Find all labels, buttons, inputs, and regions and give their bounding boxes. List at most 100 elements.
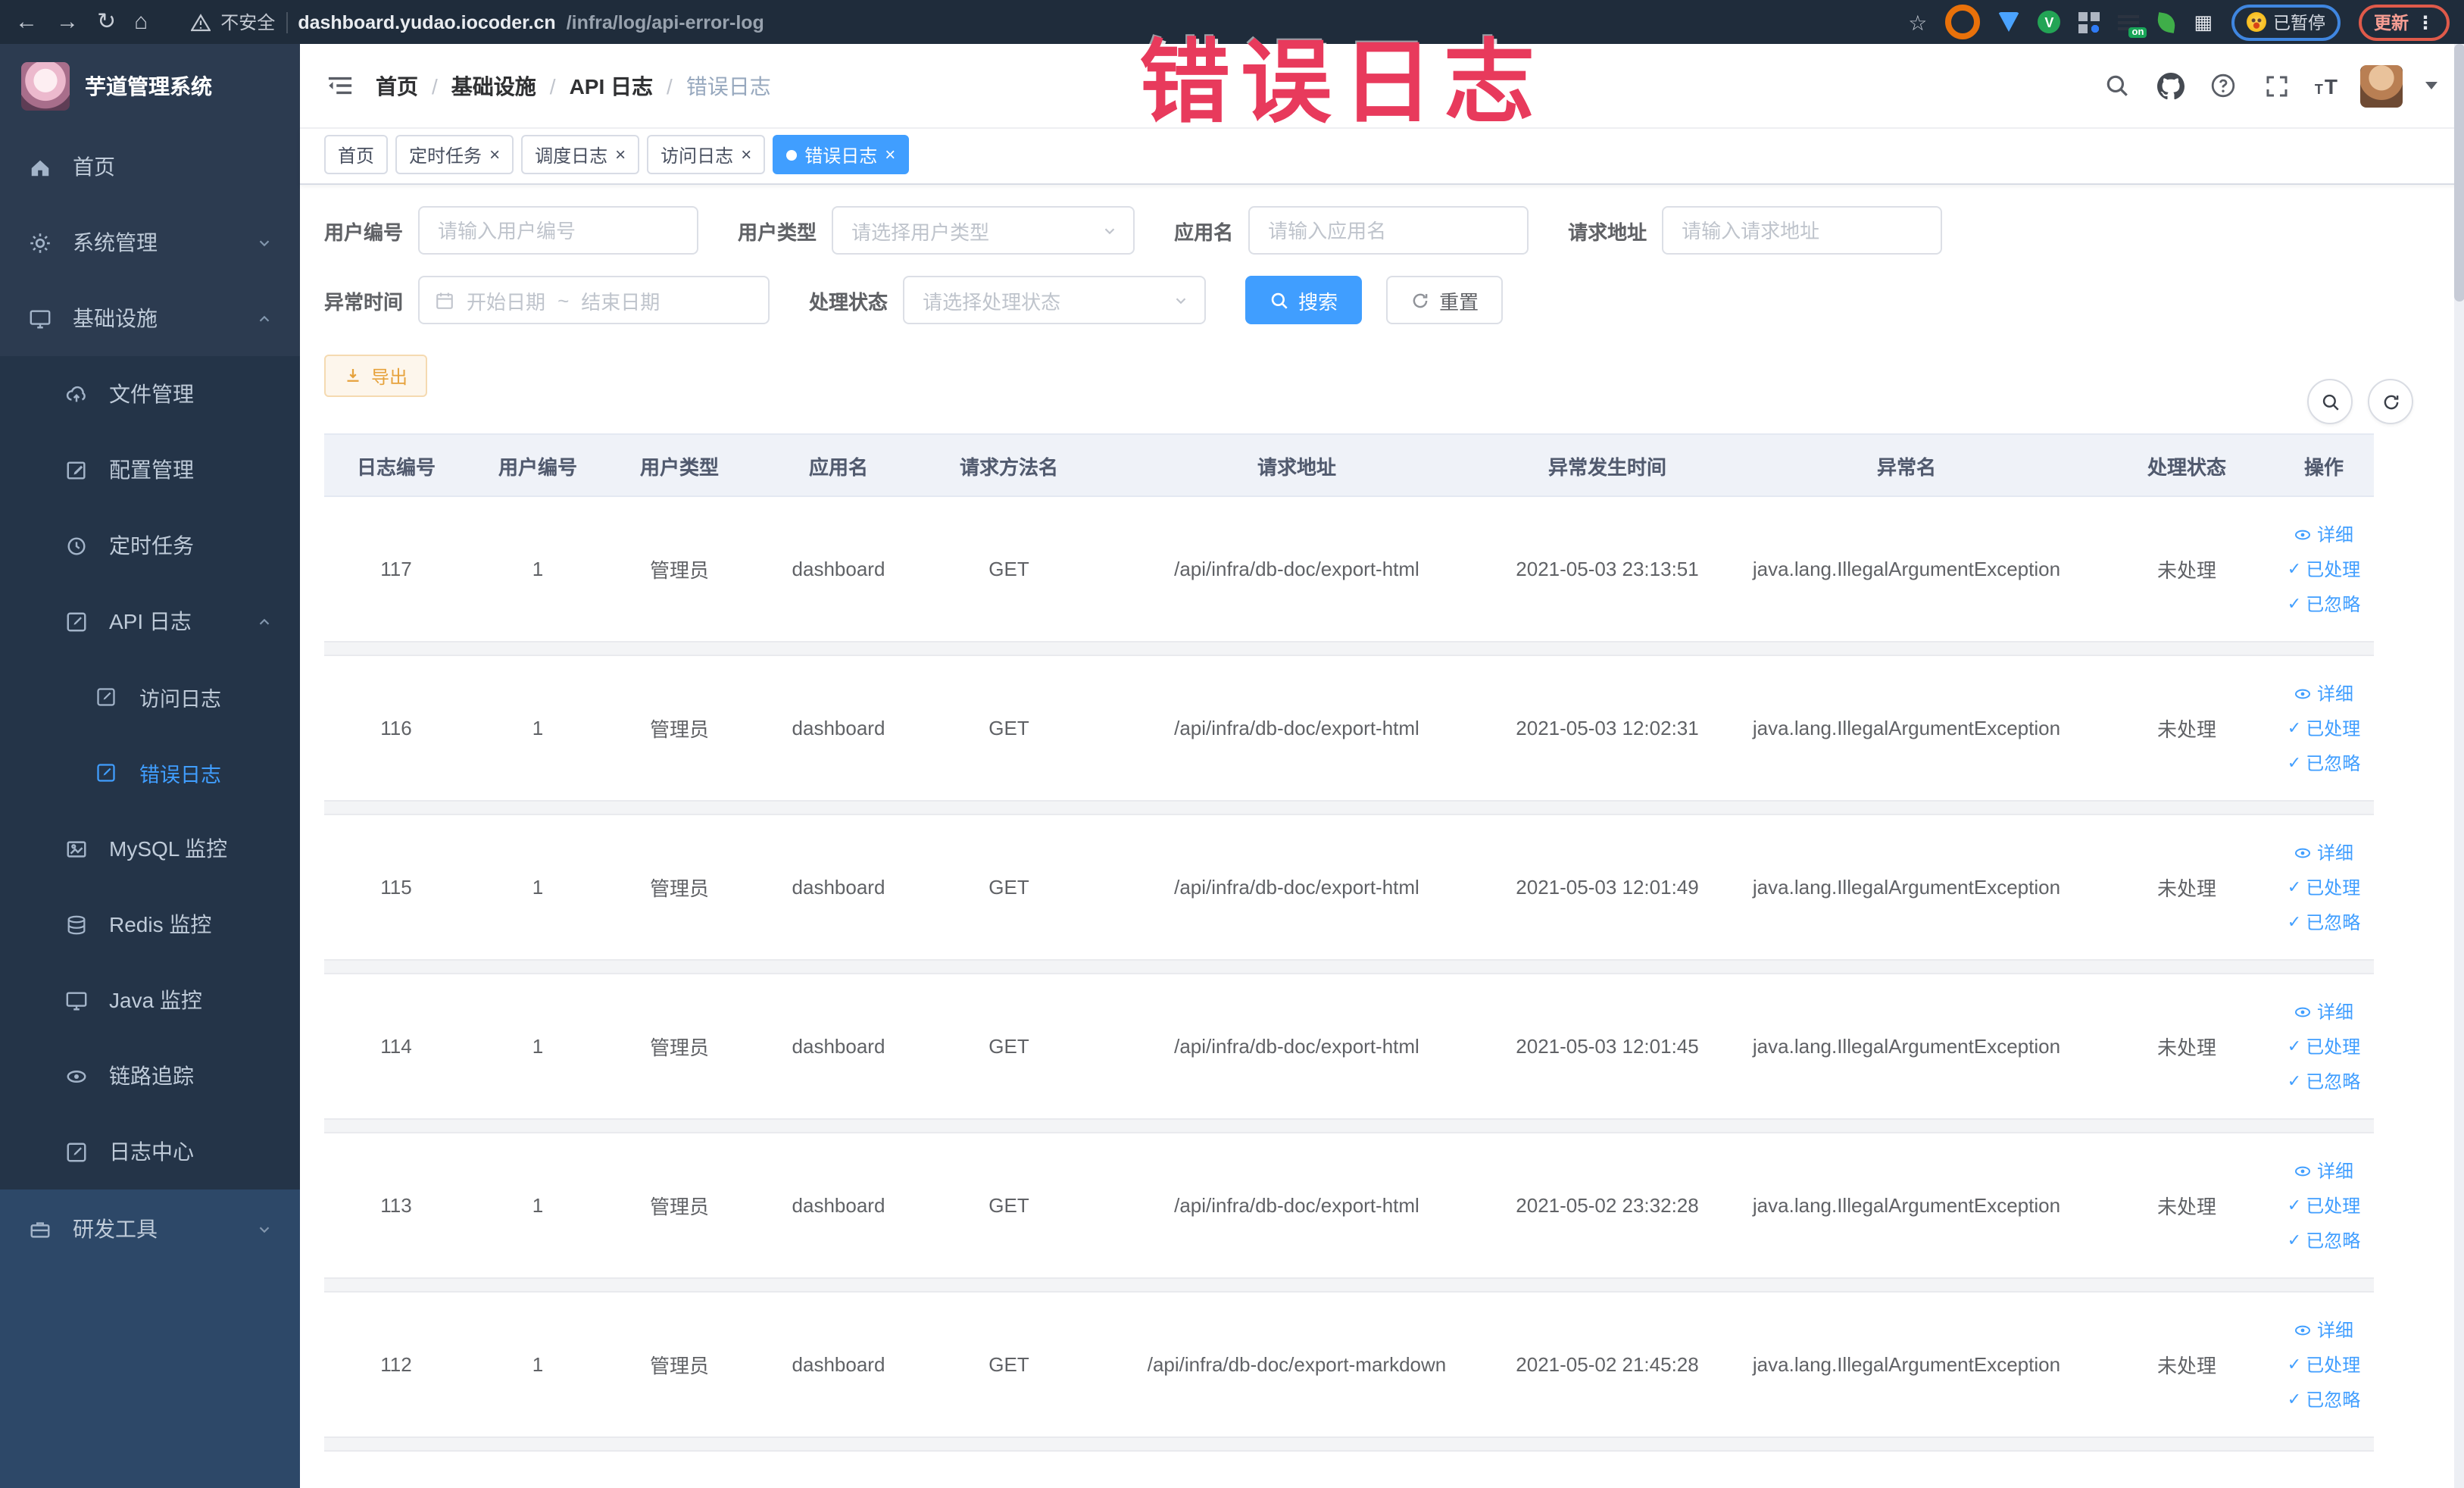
extension-icon-shield[interactable] bbox=[1998, 12, 2020, 32]
mark-processed-link[interactable]: ✓ 已处理 bbox=[2288, 554, 2360, 584]
avatar[interactable] bbox=[2360, 64, 2403, 107]
sidebar-item-trace[interactable]: 链路追踪 bbox=[0, 1038, 300, 1114]
bookmark-star-icon[interactable]: ☆ bbox=[1908, 11, 1927, 33]
detail-link[interactable]: 详细 bbox=[2294, 1155, 2353, 1186]
chevron-up-icon bbox=[256, 310, 273, 327]
back-icon[interactable]: ← bbox=[15, 11, 38, 33]
search-icon[interactable] bbox=[2103, 70, 2133, 101]
extension-icon-grid[interactable] bbox=[2078, 11, 2100, 33]
sidebar-item-access-log[interactable]: 访问日志 bbox=[0, 659, 300, 735]
mark-processed-link[interactable]: ✓ 已处理 bbox=[2288, 1349, 2360, 1380]
sidebar-item-infra[interactable]: 基础设施 bbox=[0, 280, 300, 356]
sidebar-item-redis[interactable]: Redis 监控 bbox=[0, 886, 300, 962]
tab-access-log[interactable]: 访问日志 × bbox=[647, 135, 766, 174]
close-icon[interactable]: × bbox=[885, 145, 895, 164]
search-button[interactable]: 搜索 bbox=[1245, 276, 1363, 324]
cloud-upload-icon bbox=[64, 382, 88, 406]
sidebar-item-config[interactable]: 配置管理 bbox=[0, 432, 300, 508]
sidebar-item-job[interactable]: 定时任务 bbox=[0, 508, 300, 583]
mark-ignored-link[interactable]: ✓ 已忽略 bbox=[2288, 1384, 2360, 1415]
eye-icon bbox=[2295, 688, 2311, 699]
detail-link[interactable]: 详细 bbox=[2294, 678, 2353, 708]
extension-icon-leaf[interactable] bbox=[2156, 11, 2178, 33]
refresh-table-button[interactable] bbox=[2368, 379, 2413, 424]
extensions-puzzle-icon[interactable]: ▦ bbox=[2194, 10, 2213, 34]
avatar-caret-icon[interactable] bbox=[2425, 82, 2437, 89]
help-icon[interactable] bbox=[2209, 70, 2239, 101]
table-header: 日志编号 用户编号 用户类型 应用名 请求方法名 请求地址 异常发生时间 异常名… bbox=[324, 433, 2374, 497]
mark-processed-link[interactable]: ✓ 已处理 bbox=[2288, 1031, 2360, 1061]
mark-ignored-link[interactable]: ✓ 已忽略 bbox=[2288, 589, 2360, 619]
tab-error-log[interactable]: 错误日志 × bbox=[773, 135, 910, 174]
tab-job[interactable]: 定时任务 × bbox=[395, 135, 514, 174]
close-icon[interactable]: × bbox=[615, 145, 626, 164]
mark-processed-link[interactable]: ✓ 已处理 bbox=[2288, 872, 2360, 902]
table-row[interactable]: 115 1 管理员 dashboard GET /api/infra/db-do… bbox=[324, 815, 2374, 959]
extension-icon-green-v[interactable]: V bbox=[2038, 11, 2061, 33]
font-size-icon[interactable]: TT bbox=[2315, 75, 2338, 96]
mark-processed-link[interactable]: ✓ 已处理 bbox=[2288, 1190, 2360, 1221]
breadcrumb-home[interactable]: 首页 bbox=[376, 70, 418, 101]
fullscreen-icon[interactable] bbox=[2262, 70, 2292, 101]
forward-icon[interactable]: → bbox=[56, 11, 79, 33]
check-icon: ✓ bbox=[2287, 719, 2302, 737]
row-separator bbox=[324, 1436, 2374, 1452]
close-icon[interactable]: × bbox=[489, 145, 500, 164]
user-type-select[interactable]: 请选择用户类型 bbox=[832, 206, 1135, 255]
mark-ignored-link[interactable]: ✓ 已忽略 bbox=[2288, 907, 2360, 937]
sidebar-item-mysql[interactable]: MySQL 监控 bbox=[0, 811, 300, 886]
close-icon[interactable]: × bbox=[741, 145, 751, 164]
mark-ignored-link[interactable]: ✓ 已忽略 bbox=[2288, 1225, 2360, 1255]
hamburger-fold-icon[interactable] bbox=[324, 70, 354, 101]
sidebar-item-java[interactable]: Java 监控 bbox=[0, 962, 300, 1038]
update-button[interactable]: 更新 ⋮ bbox=[2359, 4, 2450, 40]
breadcrumb-apilog[interactable]: API 日志 bbox=[570, 70, 653, 101]
reload-icon[interactable]: ↻ bbox=[97, 11, 116, 33]
row-separator bbox=[324, 1118, 2374, 1133]
eye-icon bbox=[2295, 529, 2311, 539]
mark-processed-link[interactable]: ✓ 已处理 bbox=[2288, 713, 2360, 743]
sidebar-item-home[interactable]: 首页 bbox=[0, 129, 300, 205]
extension-icon-switch[interactable]: on bbox=[2118, 13, 2147, 37]
extension-icon-orange[interactable] bbox=[1945, 5, 1981, 39]
toggle-search-button[interactable] bbox=[2307, 379, 2353, 424]
sidebar-item-devtools[interactable]: 研发工具 bbox=[0, 1189, 300, 1268]
scrollbar-thumb[interactable] bbox=[2454, 44, 2464, 302]
detail-link[interactable]: 详细 bbox=[2294, 837, 2353, 867]
user-id-input[interactable] bbox=[418, 206, 699, 255]
reset-button[interactable]: 重置 bbox=[1386, 276, 1504, 324]
mark-ignored-link[interactable]: ✓ 已忽略 bbox=[2288, 1066, 2360, 1096]
table-row[interactable]: 112 1 管理员 dashboard GET /api/infra/db-do… bbox=[324, 1293, 2374, 1436]
paused-badge[interactable]: 已暂停 bbox=[2231, 4, 2341, 40]
export-button[interactable]: 导出 bbox=[324, 355, 428, 397]
sidebar-item-error-log[interactable]: 错误日志 bbox=[0, 735, 300, 811]
sidebar-item-logcenter[interactable]: 日志中心 bbox=[0, 1114, 300, 1189]
app-name-input[interactable] bbox=[1248, 206, 1529, 255]
breadcrumb-infra[interactable]: 基础设施 bbox=[451, 70, 536, 101]
detail-link[interactable]: 详细 bbox=[2294, 996, 2353, 1027]
request-url-input[interactable] bbox=[1662, 206, 1943, 255]
sidebar-item-file[interactable]: 文件管理 bbox=[0, 356, 300, 432]
github-icon[interactable] bbox=[2156, 70, 2186, 101]
mark-ignored-link[interactable]: ✓ 已忽略 bbox=[2288, 748, 2360, 778]
table-row[interactable]: 116 1 管理员 dashboard GET /api/infra/db-do… bbox=[324, 656, 2374, 800]
tab-job-log[interactable]: 调度日志 × bbox=[521, 135, 640, 174]
home-icon[interactable]: ⌂ bbox=[134, 11, 148, 33]
url-divider bbox=[286, 11, 288, 33]
sidebar-item-apilog[interactable]: API 日志 bbox=[0, 583, 300, 659]
table-row[interactable]: 114 1 管理员 dashboard GET /api/infra/db-do… bbox=[324, 974, 2374, 1118]
detail-link[interactable]: 详细 bbox=[2294, 519, 2353, 549]
date-range-picker[interactable]: 开始日期 ~ 结束日期 bbox=[418, 276, 770, 324]
detail-link[interactable]: 详细 bbox=[2294, 1315, 2353, 1345]
filter-user-id: 用户编号 bbox=[324, 206, 699, 255]
logo-row[interactable]: 芋道管理系统 bbox=[0, 44, 300, 129]
sidebar-item-system[interactable]: 系统管理 bbox=[0, 205, 300, 280]
tab-home[interactable]: 首页 bbox=[324, 135, 389, 174]
address-bar[interactable]: 不安全 dashboard.yudao.iocoder.cn/infra/log… bbox=[190, 9, 764, 35]
edit-square-icon bbox=[64, 458, 88, 482]
process-status-select[interactable]: 请选择处理状态 bbox=[903, 276, 1207, 324]
browser-menu-icon[interactable]: ⋮ bbox=[2416, 11, 2434, 33]
table-row[interactable]: 113 1 管理员 dashboard GET /api/infra/db-do… bbox=[324, 1133, 2374, 1277]
scrollbar-track[interactable] bbox=[2454, 44, 2464, 1488]
table-row[interactable]: 117 1 管理员 dashboard GET /api/infra/db-do… bbox=[324, 497, 2374, 641]
